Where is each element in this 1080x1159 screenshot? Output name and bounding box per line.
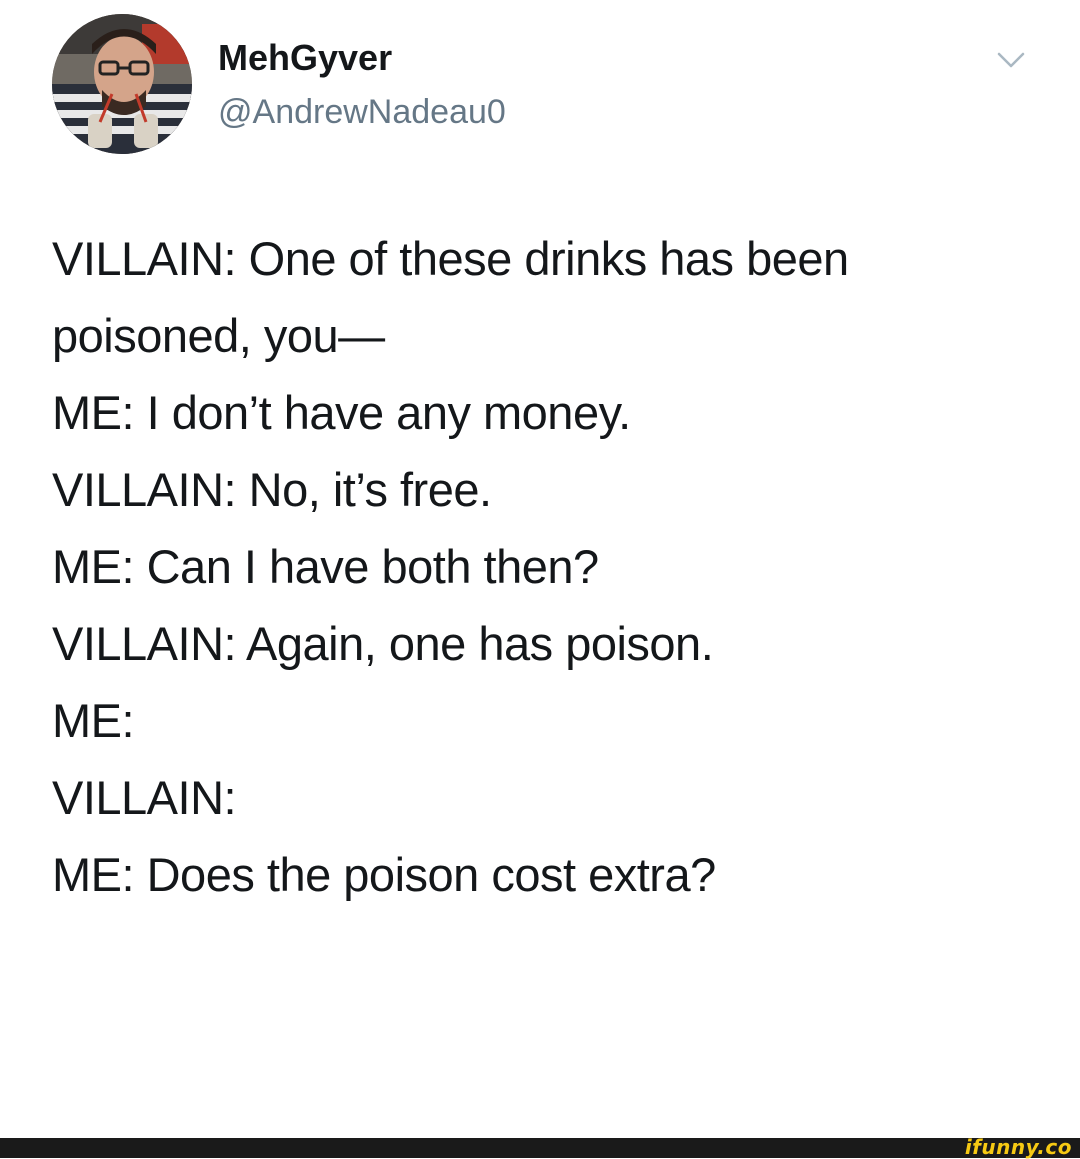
author-display-name[interactable]: MehGyver — [218, 38, 506, 78]
tweet-author: MehGyver @AndrewNadeau0 — [218, 38, 506, 134]
chevron-down-icon[interactable] — [996, 50, 1026, 70]
tweet-line: VILLAIN: One of these drinks has been — [52, 232, 849, 285]
tweet-line: ME: — [52, 694, 135, 747]
tweet-line: VILLAIN: No, it’s free. — [52, 463, 492, 516]
tweet-text: VILLAIN: One of these drinks has been po… — [52, 220, 1052, 913]
tweet-card: MehGyver @AndrewNadeau0 VILLAIN: One of … — [0, 0, 1080, 1138]
tweet-line: ME: I don’t have any money. — [52, 386, 631, 439]
author-handle[interactable]: @AndrewNadeau0 — [218, 90, 506, 134]
tweet-line: ME: Can I have both then? — [52, 540, 599, 593]
tweet-line: poisoned, you— — [52, 309, 385, 362]
ifunny-watermark: ifunny.co — [964, 1135, 1072, 1159]
tweet-line: ME: Does the poison cost extra? — [52, 848, 716, 901]
user-avatar-photo[interactable] — [52, 14, 192, 154]
footer-bar — [0, 1138, 1080, 1158]
tweet-line: VILLAIN: Again, one has poison. — [52, 617, 714, 670]
avatar-image — [52, 14, 192, 154]
tweet-line: VILLAIN: — [52, 771, 237, 824]
